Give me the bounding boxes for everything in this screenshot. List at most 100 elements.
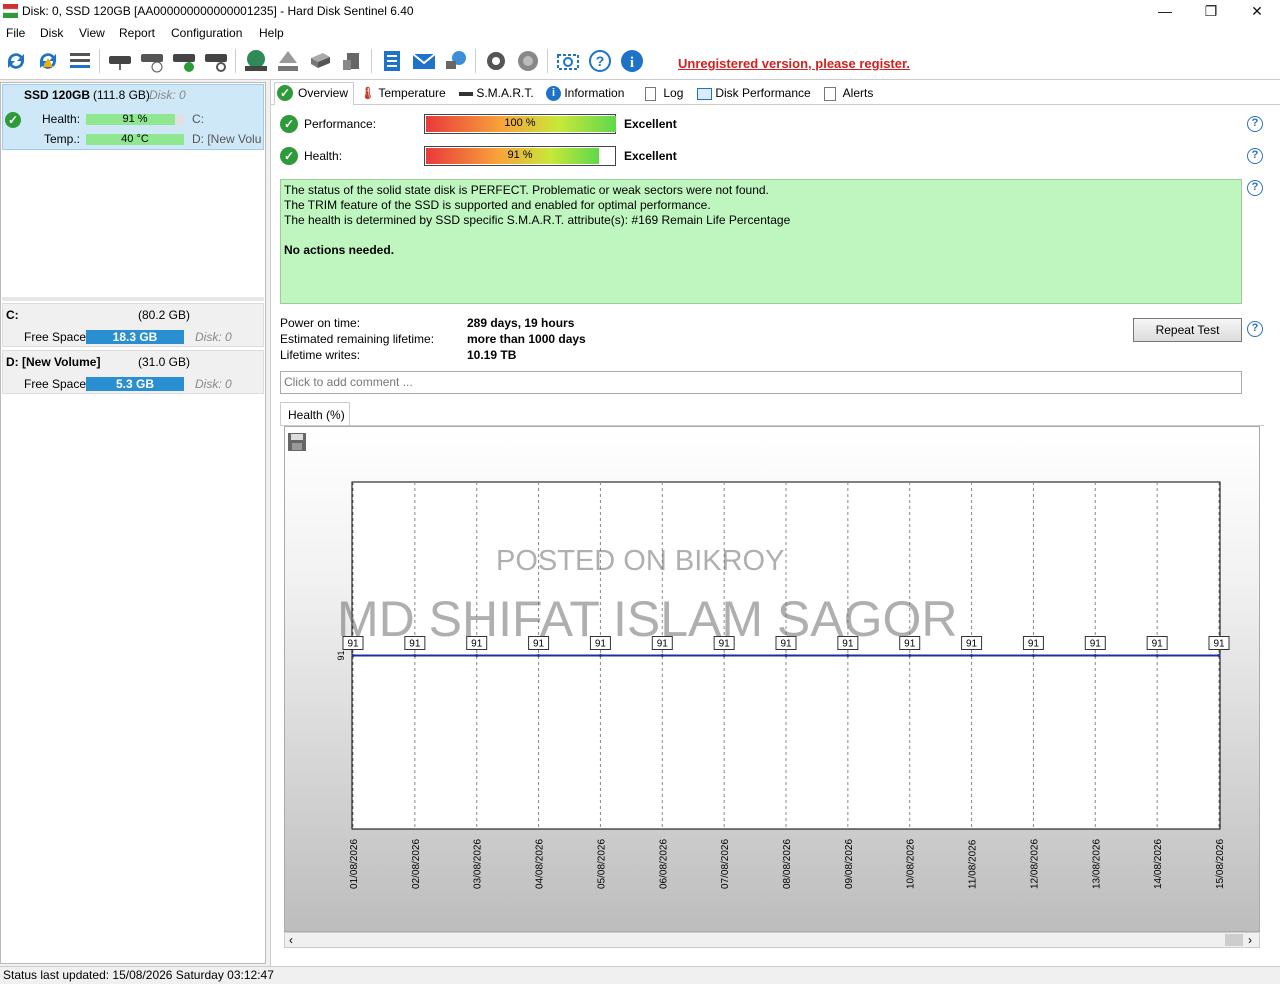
menu-view[interactable]: View — [79, 26, 105, 40]
data-point — [413, 654, 417, 657]
repeat-test-button[interactable]: Repeat Test — [1133, 318, 1242, 342]
disk-name: SSD 120GB — [24, 88, 91, 102]
data-point — [475, 654, 479, 657]
data-point — [1031, 654, 1035, 657]
x-tick-label: 12/08/2026 — [1029, 839, 1040, 889]
toolbar-separator — [475, 49, 476, 73]
tab-smart[interactable]: S.M.A.R.T. — [459, 84, 534, 104]
data-label: 91 — [1028, 639, 1040, 650]
x-tick-label: 13/08/2026 — [1091, 839, 1102, 889]
sound-icon[interactable] — [515, 48, 541, 74]
free-space-bar: 18.3 GB — [86, 330, 184, 344]
menu-disk[interactable]: Disk — [40, 26, 63, 40]
watermark-line1: POSTED ON BIKROY — [496, 545, 785, 577]
minimize-button[interactable]: — — [1142, 0, 1188, 23]
performance-value: 100 % — [504, 117, 536, 129]
menu-file[interactable]: File — [6, 26, 25, 40]
network-icon[interactable] — [443, 48, 469, 74]
writes-value: 10.19 TB — [467, 348, 517, 362]
menu-report[interactable]: Report — [119, 26, 155, 40]
drive-alt-icon[interactable] — [339, 48, 365, 74]
notes-icon[interactable] — [379, 48, 405, 74]
chart-icon — [697, 87, 712, 100]
x-tick-label: 15/08/2026 — [1215, 839, 1226, 889]
mail-icon[interactable] — [411, 48, 437, 74]
disk-temp-bar: 40 °C — [86, 133, 184, 145]
x-tick-label: 11/08/2026 — [968, 839, 979, 889]
power-on-value: 289 days, 19 hours — [467, 316, 575, 330]
volume-disk: Disk: 0 — [195, 377, 232, 391]
toolbar-separator — [235, 49, 236, 73]
close-button[interactable]: ✕ — [1234, 0, 1280, 23]
help-icon[interactable]: ? — [1247, 180, 1263, 196]
partition-c: C: — [192, 112, 204, 126]
disk-temp-value: 40 °C — [121, 133, 149, 145]
disk-list-icon[interactable] — [67, 48, 93, 74]
data-point — [1217, 654, 1221, 657]
data-point — [598, 654, 602, 657]
menu-help[interactable]: Help — [259, 26, 284, 40]
volume-size: (31.0 GB) — [138, 355, 191, 369]
settings-icon[interactable] — [483, 48, 509, 74]
volume-c[interactable]: C: (80.2 GB) Free Space 18.3 GB Disk: 0 — [2, 303, 264, 347]
volume-d[interactable]: D: [New Volume] (31.0 GB) Free Space 5.3… — [2, 350, 264, 394]
tab-information[interactable]: i Information — [546, 84, 624, 104]
comment-input[interactable]: Click to add comment ... — [280, 371, 1242, 394]
scroll-right-icon[interactable]: › — [1248, 933, 1252, 947]
toolbar-separator — [99, 49, 100, 73]
upload-icon[interactable] — [275, 48, 301, 74]
help-icon[interactable]: ? — [1247, 321, 1263, 337]
refresh-icon[interactable] — [3, 48, 29, 74]
status-line: The TRIM feature of the SSD is supported… — [284, 198, 711, 212]
data-point — [351, 654, 355, 657]
scroll-left-icon[interactable]: ‹ — [289, 933, 293, 947]
info-icon: i — [546, 86, 561, 102]
svg-text:?: ? — [596, 53, 605, 69]
disk-index: Disk: 0 — [149, 88, 186, 102]
disk-time-icon[interactable] — [139, 48, 165, 74]
toolbar-separator — [547, 49, 548, 73]
help-icon[interactable]: ? — [1247, 148, 1263, 164]
volume-disk: Disk: 0 — [195, 330, 232, 344]
x-tick-label: 01/08/2026 — [349, 839, 360, 889]
status-bar: Status last updated: 15/08/2026 Saturday… — [0, 966, 1280, 984]
help-icon[interactable]: ? — [587, 48, 613, 74]
data-label: 91 — [1213, 639, 1225, 650]
disk-check-icon[interactable] — [171, 48, 197, 74]
screenshot-icon[interactable] — [555, 48, 581, 74]
disk-icon[interactable] — [107, 48, 133, 74]
x-tick-label: 07/08/2026 — [720, 839, 731, 889]
restore-button[interactable]: ❐ — [1188, 0, 1234, 23]
disk-search-icon[interactable] — [203, 48, 229, 74]
y-tick-label: 91 — [336, 650, 346, 660]
globe-icon[interactable] — [243, 48, 269, 74]
health-label: Health: — [304, 149, 343, 163]
tab-log[interactable]: Log — [645, 84, 683, 104]
drive-icon[interactable] — [307, 48, 333, 74]
data-label: 91 — [1090, 639, 1102, 650]
menu-bar: File Disk View Report Configuration Help — [0, 23, 1280, 43]
tab-temperature[interactable]: 🌡 Temperature — [360, 84, 446, 104]
tab-label: Alerts — [842, 86, 874, 100]
register-link[interactable]: Unregistered version, please register. — [678, 56, 910, 71]
refresh-alert-icon[interactable] — [35, 48, 61, 74]
help-icon[interactable]: ? — [1247, 116, 1263, 132]
performance-rating: Excellent — [624, 117, 677, 131]
disk-entry[interactable]: SSD 120GB (111.8 GB) Disk: 0 ✓ Health: 9… — [2, 84, 264, 150]
tab-label: Log — [663, 86, 684, 100]
svg-text:i: i — [630, 55, 634, 71]
title-bar: Disk: 0, SSD 120GB [AA000000000000001235… — [0, 0, 1280, 23]
tab-alerts[interactable]: Alerts — [824, 84, 873, 104]
free-space-value: 18.3 GB — [112, 330, 158, 344]
disk-temp-label: Temp.: — [44, 132, 81, 146]
tab-label: Temperature — [378, 86, 446, 100]
tab-health-graph[interactable]: Health (%) — [280, 402, 350, 426]
scroll-thumb[interactable] — [1225, 934, 1243, 946]
info-icon[interactable]: i — [619, 48, 645, 74]
menu-configuration[interactable]: Configuration — [171, 26, 242, 40]
data-point — [1155, 654, 1159, 657]
tab-disk-performance[interactable]: Disk Performance — [697, 84, 811, 104]
horizontal-scrollbar[interactable]: ‹ › — [284, 932, 1260, 948]
tab-overview[interactable]: ✓ Overview — [274, 82, 354, 105]
tab-label: Overview — [298, 86, 349, 100]
